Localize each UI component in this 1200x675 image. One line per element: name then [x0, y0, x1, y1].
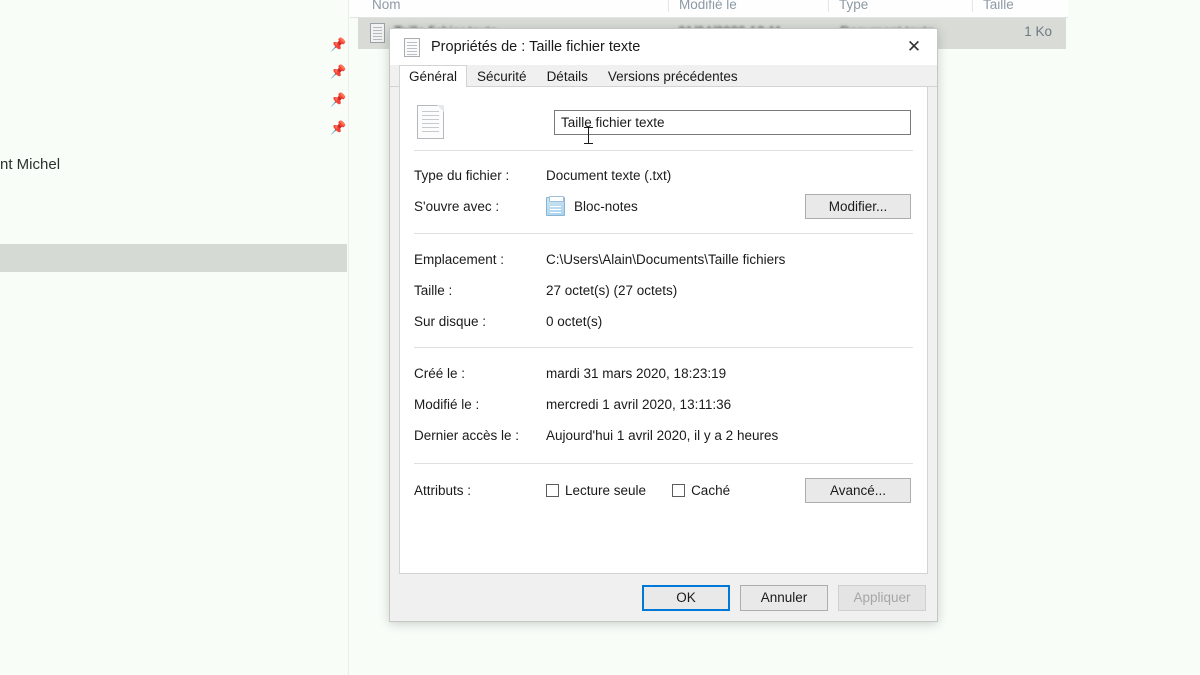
attributes-group: Attributs : Lecture seule Caché Avancé..… — [400, 464, 927, 514]
created-row: Créé le : mardi 31 mars 2020, 18:23:19 — [400, 358, 927, 389]
opens-with-value-wrap: Bloc-notes Modifier... — [546, 194, 913, 219]
file-icon — [370, 23, 385, 43]
tab-general[interactable]: Général — [399, 65, 468, 88]
filename-input[interactable] — [554, 109, 911, 135]
location-group: Emplacement : C:\Users\Alain\Documents\T… — [400, 234, 927, 347]
explorer-pane-divider — [348, 0, 349, 675]
pushpin-icon[interactable]: 📌 — [330, 65, 346, 79]
location-value: C:\Users\Alain\Documents\Taille fichiers — [546, 252, 786, 267]
document-icon — [404, 37, 420, 57]
file-type-value: Document texte (.txt) — [546, 168, 672, 183]
close-icon[interactable]: ✕ — [891, 29, 937, 65]
notepad-icon — [546, 196, 565, 216]
attributes-row: Attributs : Lecture seule Caché Avancé..… — [400, 475, 927, 506]
disk-size-row: Sur disque : 0 octet(s) — [400, 306, 927, 337]
modified-value: mercredi 1 avril 2020, 13:11:36 — [546, 397, 732, 412]
row-size: 1 Ko — [1024, 24, 1052, 39]
attributes-value-wrap: Lecture seule Caché Avancé... — [546, 478, 913, 503]
opens-with-value: Bloc-notes — [574, 199, 638, 214]
file-properties-dialog: Propriétés de : Taille fichier texte ✕ G… — [389, 28, 938, 622]
ok-button[interactable]: OK — [642, 584, 730, 611]
size-row: Taille : 27 octet(s) (27 octets) — [400, 275, 927, 306]
tab-details[interactable]: Détails — [537, 65, 598, 87]
dialog-tabstrip: Général Sécurité Détails Versions précéd… — [390, 65, 937, 88]
hidden-label: Caché — [691, 483, 731, 498]
created-value: mardi 31 mars 2020, 18:23:19 — [546, 366, 727, 381]
pushpin-icon[interactable]: 📌 — [330, 121, 346, 135]
tab-versions-precedentes[interactable]: Versions précédentes — [598, 65, 748, 87]
background-text-fragment: nt Michel — [0, 156, 61, 173]
dates-group: Créé le : mardi 31 mars 2020, 18:23:19 M… — [400, 348, 927, 463]
dialog-button-bar: OK Annuler Appliquer — [390, 574, 937, 621]
size-value: 27 octet(s) (27 octets) — [546, 283, 678, 298]
cancel-button[interactable]: Annuler — [740, 584, 828, 611]
location-row: Emplacement : C:\Users\Alain\Documents\T… — [400, 244, 927, 275]
column-header-taille[interactable]: Taille — [972, 0, 1068, 12]
dialog-title: Propriétés de : Taille fichier texte — [431, 39, 641, 55]
location-label: Emplacement : — [414, 252, 505, 267]
explorer-column-headers: Nom Modifié le Type Taille — [350, 0, 1068, 18]
document-icon — [417, 105, 444, 139]
pushpin-icon[interactable]: 📌 — [330, 93, 346, 107]
readonly-checkbox[interactable]: Lecture seule — [546, 483, 646, 498]
accessed-value: Aujourd'hui 1 avril 2020, il y a 2 heure… — [546, 428, 779, 443]
pushpin-icon[interactable]: 📌 — [330, 38, 346, 52]
size-label: Taille : — [414, 283, 453, 298]
opens-with-row: S'ouvre avec : Bloc-notes Modifier... — [400, 191, 927, 222]
accessed-label: Dernier accès le : — [414, 428, 520, 443]
checkbox-box — [672, 484, 686, 497]
created-label: Créé le : — [414, 366, 466, 381]
opens-with-label: S'ouvre avec : — [414, 199, 500, 214]
readonly-label: Lecture seule — [565, 483, 647, 498]
type-group: Type du fichier : Document texte (.txt) … — [400, 151, 927, 233]
modified-row: Modifié le : mercredi 1 avril 2020, 13:1… — [400, 389, 927, 420]
checkbox-box — [546, 484, 559, 497]
column-header-type[interactable]: Type — [828, 0, 968, 12]
background-highlight-band — [0, 244, 347, 272]
column-header-nom[interactable]: Nom — [372, 0, 662, 12]
accessed-row: Dernier accès le : Aujourd'hui 1 avril 2… — [400, 420, 927, 451]
attributes-label: Attributs : — [414, 483, 472, 498]
modified-label: Modifié le : — [414, 397, 480, 412]
hidden-checkbox[interactable]: Caché — [672, 483, 730, 498]
file-name-header — [400, 94, 927, 150]
file-type-row: Type du fichier : Document texte (.txt) — [400, 160, 927, 191]
dialog-content-panel: Type du fichier : Document texte (.txt) … — [399, 87, 928, 574]
apply-button[interactable]: Appliquer — [838, 584, 926, 611]
dialog-titlebar[interactable]: Propriétés de : Taille fichier texte ✕ — [390, 29, 937, 65]
tab-securite[interactable]: Sécurité — [467, 65, 537, 87]
disk-size-value: 0 octet(s) — [546, 314, 603, 329]
column-header-modifie-le[interactable]: Modifié le — [668, 0, 818, 12]
advanced-button[interactable]: Avancé... — [805, 478, 911, 503]
disk-size-label: Sur disque : — [414, 314, 487, 329]
file-type-label: Type du fichier : — [414, 168, 510, 183]
change-program-button[interactable]: Modifier... — [805, 194, 911, 219]
